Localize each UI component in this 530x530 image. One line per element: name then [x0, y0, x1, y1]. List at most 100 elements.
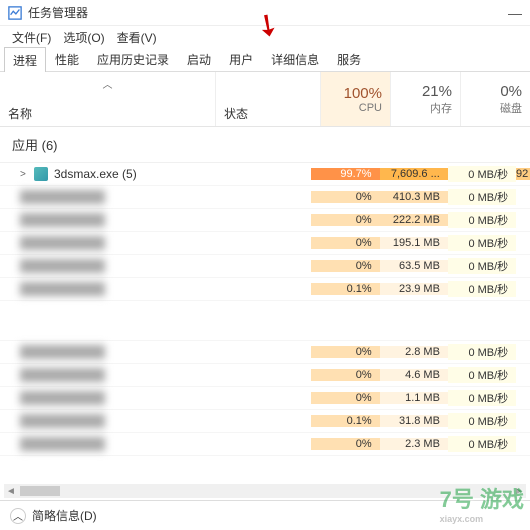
process-name-cell: ██████████ — [0, 213, 209, 227]
menu-options[interactable]: 选项(O) — [59, 27, 108, 48]
memory-cell: 7,609.6 ... — [380, 168, 448, 180]
tabs: 进程 性能 应用历史记录 启动 用户 详细信息 服务 — [0, 48, 530, 72]
table-row[interactable]: >3dsmax.exe (5) 99.7%7,609.6 ...0 MB/秒92 — [0, 163, 530, 186]
disk-label: 磁盘 — [469, 100, 522, 116]
table-row[interactable]: ██████████ 0%4.6 MB0 MB/秒 — [0, 364, 530, 387]
cpu-cell: 0% — [311, 369, 379, 381]
table-row — [0, 301, 530, 341]
process-name-cell: ██████████ — [0, 368, 209, 382]
cpu-percent: 100% — [329, 85, 382, 102]
process-name-cell: ██████████ — [0, 437, 209, 451]
process-name-cell: ██████████ — [0, 259, 209, 273]
table-row[interactable]: ██████████ 0%410.3 MB0 MB/秒 — [0, 186, 530, 209]
column-name[interactable]: ︿ 名称 — [0, 72, 215, 126]
column-name-label: 名称 — [8, 105, 207, 122]
scroll-left-icon[interactable]: ◄ — [4, 486, 18, 497]
brief-info-button[interactable]: 简略信息(D) — [32, 507, 97, 524]
disk-cell: 0 MB/秒 — [448, 235, 516, 251]
cpu-cell: 0% — [311, 214, 379, 226]
process-name-cell: ██████████ — [0, 282, 209, 296]
table-row[interactable]: ██████████ 0%195.1 MB0 MB/秒 — [0, 232, 530, 255]
app-icon — [8, 6, 22, 20]
process-name-cell: ██████████ — [0, 414, 209, 428]
disk-cell: 0 MB/秒 — [448, 281, 516, 297]
cpu-cell: 0% — [311, 438, 379, 450]
tab-services[interactable]: 服务 — [328, 46, 370, 71]
disk-cell: 0 MB/秒 — [448, 212, 516, 228]
memory-cell: 31.8 MB — [380, 415, 448, 427]
memory-cell: 23.9 MB — [380, 283, 448, 295]
table-row[interactable]: ██████████ 0.1%23.9 MB0 MB/秒 — [0, 278, 530, 301]
menu-file[interactable]: 文件(F) — [8, 27, 55, 48]
sort-indicator-icon: ︿ — [103, 76, 113, 91]
cpu-cell: 0% — [311, 260, 379, 272]
cpu-cell: 99.7% — [311, 168, 379, 180]
column-headers: ︿ 名称 状态 100% CPU 21% 内存 0% 磁盘 — [0, 72, 530, 127]
memory-cell: 63.5 MB — [380, 260, 448, 272]
scrollbar-thumb[interactable] — [20, 486, 60, 496]
memory-cell: 1.1 MB — [380, 392, 448, 404]
process-name-cell: ██████████ — [0, 391, 209, 405]
memory-cell: 2.3 MB — [380, 438, 448, 450]
memory-label: 内存 — [399, 100, 452, 116]
process-name: 3dsmax.exe (5) — [54, 167, 137, 181]
horizontal-scrollbar[interactable]: ◄ ► — [4, 484, 526, 498]
scroll-right-icon[interactable]: ► — [512, 486, 526, 497]
menu-view[interactable]: 查看(V) — [113, 27, 161, 48]
disk-cell: 0 MB/秒 — [448, 189, 516, 205]
disk-cell: 0 MB/秒 — [448, 258, 516, 274]
chevron-up-icon[interactable]: ︿ — [10, 508, 26, 524]
memory-percent: 21% — [399, 83, 452, 100]
disk-cell: 0 MB/秒 — [448, 436, 516, 452]
process-icon — [34, 167, 48, 181]
table-row[interactable]: ██████████ 0%222.2 MB0 MB/秒 — [0, 209, 530, 232]
column-disk[interactable]: 0% 磁盘 — [460, 72, 530, 126]
cpu-cell: 0% — [311, 237, 379, 249]
cpu-cell: 0% — [311, 191, 379, 203]
column-memory[interactable]: 21% 内存 — [390, 72, 460, 126]
extra-cell: 92 — [516, 168, 530, 180]
tab-users[interactable]: 用户 — [220, 46, 262, 71]
expand-chevron-icon[interactable]: > — [20, 169, 28, 180]
tab-processes[interactable]: 进程 — [4, 47, 46, 72]
window-title: 任务管理器 — [28, 4, 508, 21]
menubar: 文件(F) 选项(O) 查看(V) — [0, 26, 530, 48]
titlebar: 任务管理器 — — [0, 0, 530, 26]
memory-cell: 410.3 MB — [380, 191, 448, 203]
tab-startup[interactable]: 启动 — [178, 46, 220, 71]
disk-cell: 0 MB/秒 — [448, 344, 516, 360]
column-status-label: 状态 — [224, 105, 248, 122]
process-name-cell: ██████████ — [0, 345, 209, 359]
process-name-cell: >3dsmax.exe (5) — [0, 167, 209, 181]
table-row[interactable]: ██████████ 0%2.8 MB0 MB/秒 — [0, 341, 530, 364]
memory-cell: 4.6 MB — [380, 369, 448, 381]
disk-cell: 0 MB/秒 — [448, 166, 516, 182]
disk-cell: 0 MB/秒 — [448, 390, 516, 406]
column-status[interactable]: 状态 — [215, 72, 320, 126]
disk-cell: 0 MB/秒 — [448, 367, 516, 383]
cpu-cell: 0% — [311, 392, 379, 404]
table-row[interactable]: ██████████ 0.1%31.8 MB0 MB/秒 — [0, 410, 530, 433]
cpu-cell: 0.1% — [311, 415, 379, 427]
memory-cell: 2.8 MB — [380, 346, 448, 358]
section-apps: 应用 (6) — [0, 127, 530, 163]
process-rows: >3dsmax.exe (5)99.7%7,609.6 ...0 MB/秒92█… — [0, 163, 530, 456]
cpu-label: CPU — [329, 102, 382, 114]
table-row[interactable]: ██████████ 0%1.1 MB0 MB/秒 — [0, 387, 530, 410]
disk-percent: 0% — [469, 83, 522, 100]
disk-cell: 0 MB/秒 — [448, 413, 516, 429]
minimize-button[interactable]: — — [508, 5, 522, 21]
process-name-cell: ██████████ — [0, 190, 209, 204]
cpu-cell: 0.1% — [311, 283, 379, 295]
tab-history[interactable]: 应用历史记录 — [88, 46, 178, 71]
memory-cell: 222.2 MB — [380, 214, 448, 226]
process-name-cell: ██████████ — [0, 236, 209, 250]
cpu-cell: 0% — [311, 346, 379, 358]
table-row[interactable]: ██████████ 0%63.5 MB0 MB/秒 — [0, 255, 530, 278]
memory-cell: 195.1 MB — [380, 237, 448, 249]
tab-details[interactable]: 详细信息 — [262, 46, 328, 71]
column-cpu[interactable]: 100% CPU — [320, 72, 390, 126]
table-row[interactable]: ██████████ 0%2.3 MB0 MB/秒 — [0, 433, 530, 456]
footer: ︿ 简略信息(D) — [0, 500, 530, 530]
tab-performance[interactable]: 性能 — [46, 46, 88, 71]
